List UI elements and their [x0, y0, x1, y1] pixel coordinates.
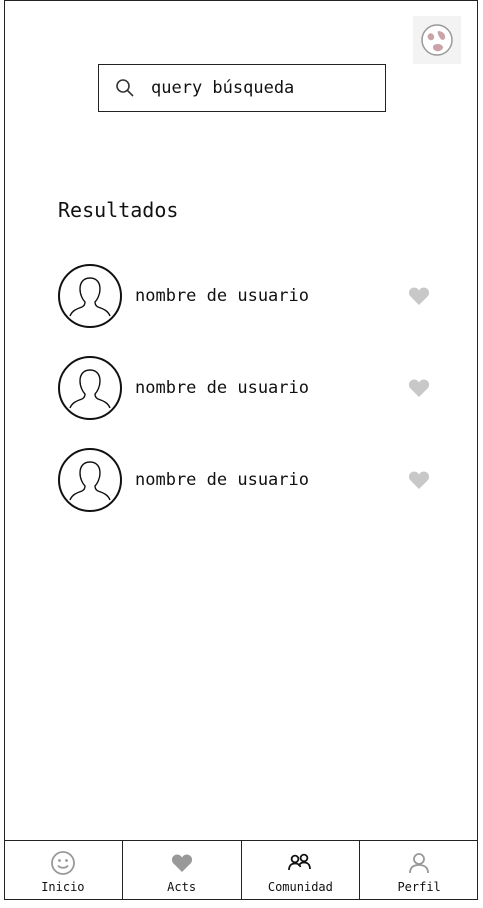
avatar[interactable]	[58, 264, 122, 328]
globe-logo-icon	[421, 24, 453, 56]
result-item[interactable]: nombre de usuario	[58, 263, 430, 329]
user-silhouette-icon	[69, 461, 111, 501]
heart-icon[interactable]	[408, 286, 430, 306]
avatar[interactable]	[58, 448, 122, 512]
bottom-tab-bar: Inicio Acts Comunidad Perfil	[4, 840, 478, 900]
result-item[interactable]: nombre de usuario	[58, 447, 430, 513]
tab-label: Acts	[167, 880, 197, 894]
tab-label: Inicio	[41, 880, 85, 894]
tab-perfil[interactable]: Perfil	[359, 841, 478, 900]
community-icon	[287, 850, 313, 876]
heart-icon[interactable]	[408, 470, 430, 490]
tab-inicio[interactable]: Inicio	[4, 841, 122, 900]
heart-icon[interactable]	[408, 378, 430, 398]
profile-icon	[406, 850, 432, 876]
search-icon	[116, 79, 134, 97]
avatar[interactable]	[58, 356, 122, 420]
result-item[interactable]: nombre de usuario	[58, 355, 430, 421]
app-logo[interactable]	[413, 16, 461, 64]
username-label: nombre de usuario	[135, 470, 309, 490]
username-label: nombre de usuario	[135, 286, 309, 306]
tab-label: Comunidad	[267, 880, 333, 894]
tab-comunidad[interactable]: Comunidad	[240, 841, 360, 900]
user-silhouette-icon	[69, 369, 111, 409]
tab-acts[interactable]: Acts	[121, 841, 241, 900]
search-input[interactable]: query búsqueda	[151, 78, 294, 98]
smiley-icon	[50, 850, 76, 876]
search-bar[interactable]: query búsqueda	[98, 64, 386, 112]
user-silhouette-icon	[69, 277, 111, 317]
tab-label: Perfil	[397, 880, 441, 894]
results-title: Resultados	[58, 198, 179, 222]
heart-icon	[169, 850, 195, 876]
username-label: nombre de usuario	[135, 378, 309, 398]
